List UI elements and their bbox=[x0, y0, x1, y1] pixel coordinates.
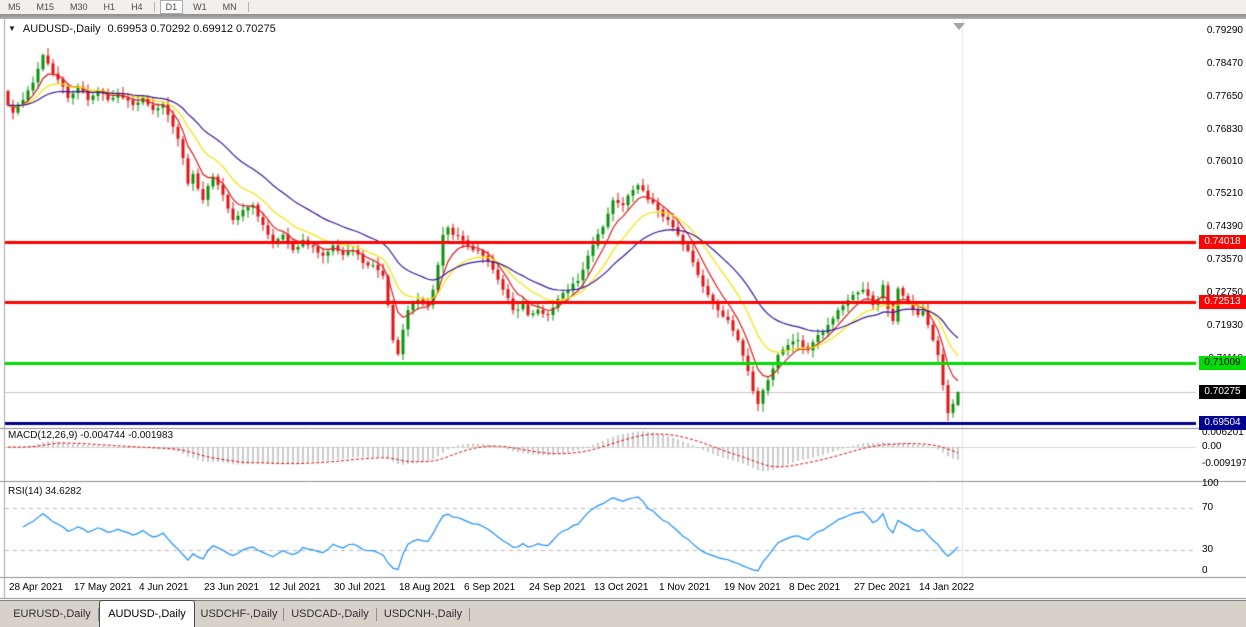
price-axis-tick: 0.71930 bbox=[1206, 320, 1243, 331]
chart-title: ▼ AUDUSD-,Daily 0.69953 0.70292 0.69912 … bbox=[8, 23, 276, 35]
rsi-scale-label: 100 bbox=[1202, 478, 1219, 489]
macd-scale-label: -0.009197 bbox=[1202, 458, 1246, 469]
date-axis-label: 27 Dec 2021 bbox=[854, 582, 911, 593]
price-axis-tick: 0.77650 bbox=[1206, 91, 1243, 102]
date-axis-label: 23 Jun 2021 bbox=[204, 582, 260, 593]
rsi-label: RSI(14) 34.6282 bbox=[8, 486, 82, 497]
price-level-badge-support-green: 0.71009 bbox=[1199, 356, 1246, 370]
macd-label: MACD(12,26,9) -0.004744 -0.001983 bbox=[8, 430, 174, 441]
date-axis-label: 12 Jul 2021 bbox=[269, 582, 321, 593]
date-axis-label: 6 Sep 2021 bbox=[464, 582, 516, 593]
date-axis-label: 1 Nov 2021 bbox=[659, 582, 711, 593]
price-level-badge-resistance-1: 0.74018 bbox=[1199, 235, 1246, 249]
date-axis-label: 8 Dec 2021 bbox=[789, 582, 841, 593]
tab-eurusd-daily[interactable]: EURUSD-,Daily bbox=[6, 601, 98, 627]
price-axis-tick: 0.79290 bbox=[1206, 25, 1243, 36]
price-level-badge-resistance-2: 0.72513 bbox=[1199, 295, 1246, 309]
rsi-scale-label: 0 bbox=[1202, 565, 1208, 576]
price-axis-tick: 0.73570 bbox=[1206, 254, 1243, 265]
rsi-scale-label: 30 bbox=[1202, 544, 1214, 555]
price-level-badge-support-blue: 0.69504 bbox=[1199, 416, 1246, 430]
chart-tab-bar: EURUSD-,Daily AUDUSD-,Daily USDCHF-,Daily U… bbox=[0, 600, 1246, 627]
price-axis-tick: 0.78470 bbox=[1206, 58, 1243, 69]
tab-usdcad-daily[interactable]: USDCAD-,Daily bbox=[284, 601, 376, 627]
chart-dropdown-caret-icon[interactable]: ▼ bbox=[8, 24, 16, 34]
tab-usdcnh-daily[interactable]: USDCNH-,Daily bbox=[377, 601, 469, 627]
chart-shift-marker-icon bbox=[953, 23, 965, 30]
tab-audusd-daily[interactable]: AUDUSD-,Daily bbox=[99, 600, 195, 627]
current-price-badge: 0.70275 bbox=[1199, 385, 1246, 399]
rsi-scale-label: 70 bbox=[1202, 502, 1214, 513]
date-axis-label: 18 Aug 2021 bbox=[399, 582, 456, 593]
tab-usdchf-daily[interactable]: USDCHF-,Daily bbox=[195, 601, 283, 627]
price-axis-tick: 0.75210 bbox=[1206, 188, 1243, 199]
date-axis-label: 4 Jun 2021 bbox=[139, 582, 189, 593]
date-axis-label: 24 Sep 2021 bbox=[529, 582, 586, 593]
tab-separator bbox=[469, 607, 470, 621]
macd-scale-label: 0.00 bbox=[1202, 441, 1222, 452]
date-axis-label: 28 Apr 2021 bbox=[9, 582, 63, 593]
date-axis-label: 14 Jan 2022 bbox=[919, 582, 975, 593]
chart-symbol-label: AUDUSD-,Daily bbox=[22, 23, 101, 35]
chart-canvas[interactable] bbox=[0, 0, 1246, 627]
date-axis-label: 13 Oct 2021 bbox=[594, 582, 649, 593]
chart-ohlc-values: 0.69953 0.70292 0.69912 0.70275 bbox=[107, 23, 276, 35]
price-axis-tick: 0.76010 bbox=[1206, 156, 1243, 167]
price-axis-tick: 0.76830 bbox=[1206, 124, 1243, 135]
mt4-window: M5M15M30H1H4D1W1MN ▼ AUDUSD-,Daily 0.699… bbox=[0, 0, 1246, 627]
date-axis-label: 30 Jul 2021 bbox=[334, 582, 386, 593]
date-axis-label: 17 May 2021 bbox=[74, 582, 132, 593]
price-axis-tick: 0.74390 bbox=[1206, 221, 1243, 232]
date-axis-label: 19 Nov 2021 bbox=[724, 582, 781, 593]
